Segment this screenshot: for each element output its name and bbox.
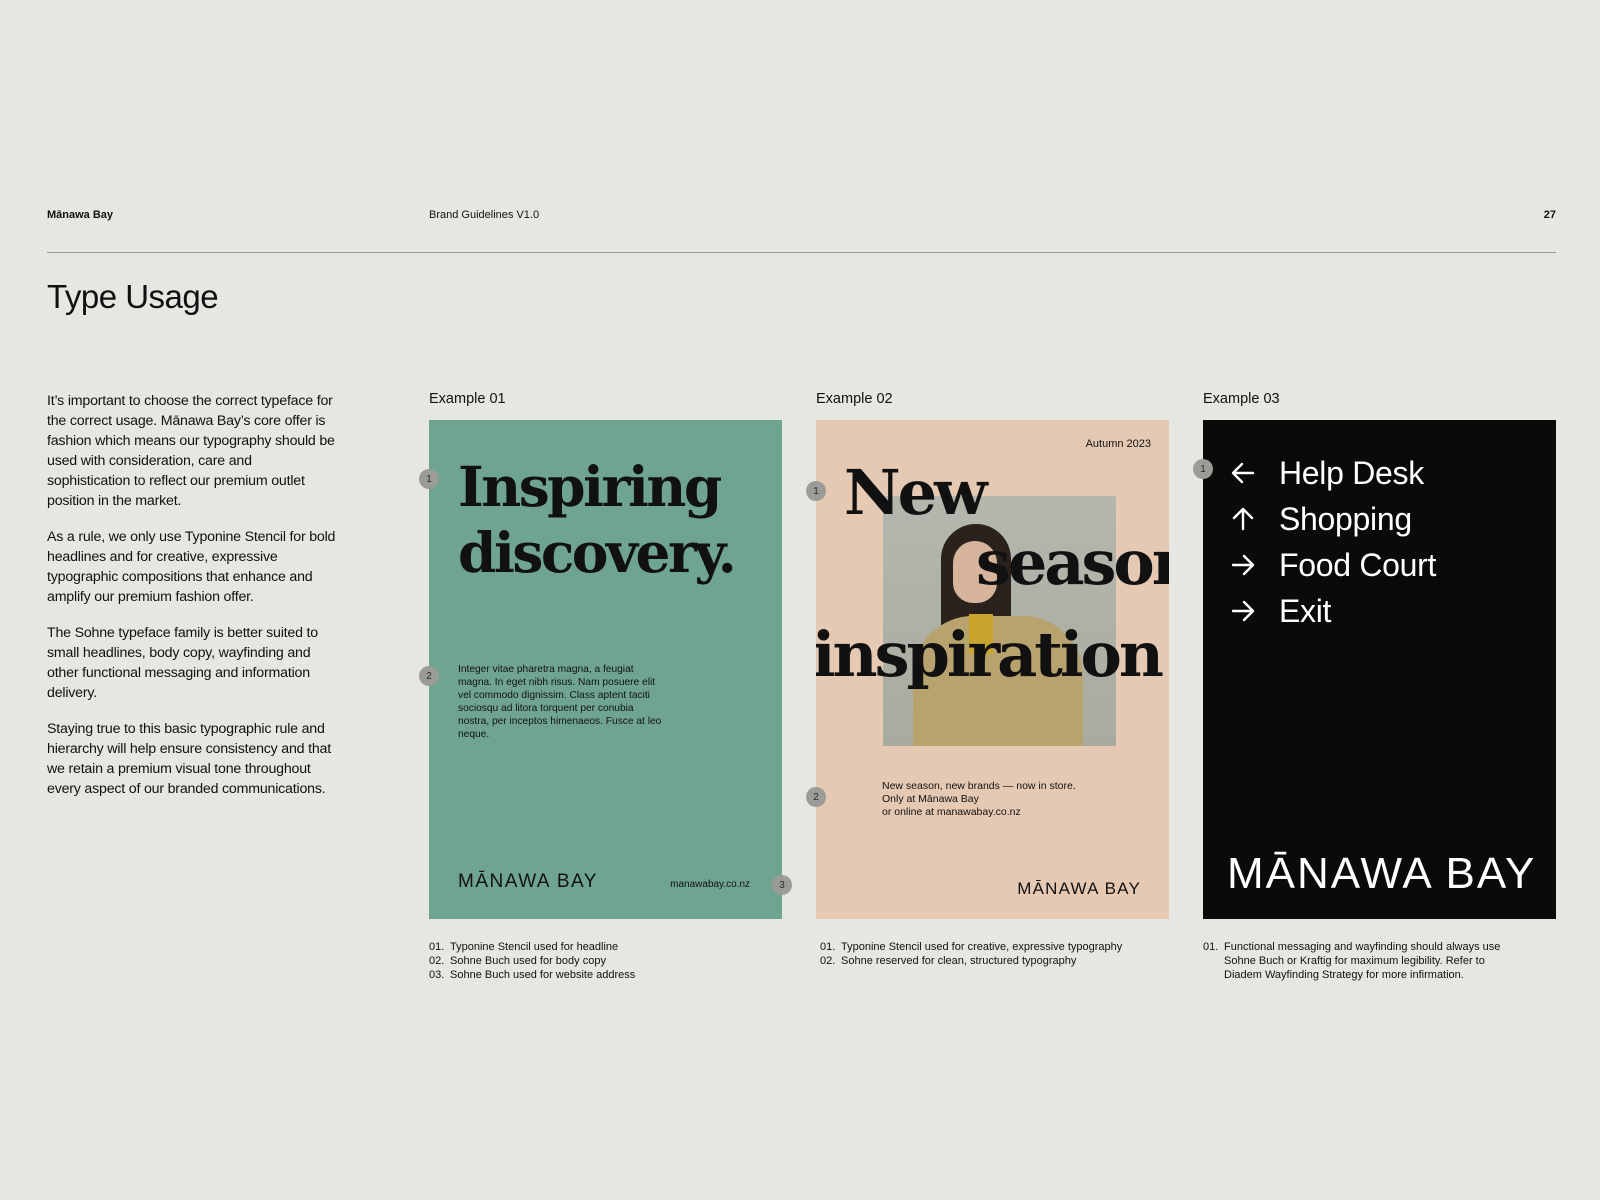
header-divider xyxy=(47,252,1556,253)
example-03-logo: MĀNAWA BAY xyxy=(1227,849,1537,898)
note-item: 01. Typonine Stencil used for creative, e… xyxy=(820,940,1160,954)
example-02-headline-word: inspiration xyxy=(816,618,1164,691)
note-text: Sohne Buch used for website address xyxy=(450,969,636,981)
example-02-poster: Autumn 2023 New season inspiration New s… xyxy=(816,420,1169,919)
body-line: Only at Mānawa Bay xyxy=(882,793,979,805)
example-01-headline: Inspiring discovery. xyxy=(458,454,737,586)
marker-01-2: 2 xyxy=(419,666,439,686)
example-01-poster: Inspiring discovery. Integer vitae phare… xyxy=(429,420,782,919)
note-number: 01. xyxy=(429,941,445,953)
wayfinding-label: Shopping xyxy=(1279,500,1412,537)
header-document-title: Brand Guidelines V1.0 xyxy=(429,209,540,221)
wayfinding-item-exit: Exit xyxy=(1229,588,1436,634)
example-03-label: Example 03 xyxy=(1203,391,1280,407)
note-number: 02. xyxy=(429,955,445,967)
marker-01-3: 3 xyxy=(772,875,792,895)
intro-paragraph: The Sohne typeface family is better suit… xyxy=(47,625,318,701)
note-text: Sohne Buch used for body copy xyxy=(450,955,606,967)
example-01-notes: 01. Typonine Stencil used for headline 02… xyxy=(429,940,759,982)
example-02-headline-word: New xyxy=(844,456,987,529)
wayfinding-label: Food Court xyxy=(1279,546,1437,583)
note-text: Typonine Stencil used for headline xyxy=(450,941,619,953)
note-item: 02. Sohne reserved for clean, structured … xyxy=(820,954,1160,968)
marker-02-2: 2 xyxy=(806,787,826,807)
intro-paragraph: As a rule, we only use Typonine Stencil … xyxy=(47,529,336,605)
example-03-wayfinding-sign: Help Desk Shopping Food Court Exit MĀNAW… xyxy=(1203,420,1556,919)
example-02-logo: MĀNAWA BAY xyxy=(1017,879,1141,898)
intro-text: It’s important to choose the correct typ… xyxy=(47,391,337,815)
wayfinding-label: Exit xyxy=(1279,592,1332,629)
note-item: 01. Typonine Stencil used for headline xyxy=(429,940,759,954)
arrow-left-icon xyxy=(1231,462,1255,484)
note-text: Typonine Stencil used for creative, expr… xyxy=(841,941,1123,953)
note-item: 02. Sohne Buch used for body copy xyxy=(429,954,759,968)
wayfinding-item-help-desk: Help Desk xyxy=(1229,450,1436,496)
note-number: 02. xyxy=(820,955,836,967)
intro-paragraph: Staying true to this basic typographic r… xyxy=(47,721,331,797)
note-item: 03. Sohne Buch used for website address xyxy=(429,968,759,982)
note-item: 01. Functional messaging and wayfinding s… xyxy=(1203,940,1513,982)
wayfinding-list: Help Desk Shopping Food Court Exit xyxy=(1229,450,1436,634)
page-number: 27 xyxy=(1543,209,1556,221)
header-brand: Mānawa Bay xyxy=(47,209,114,221)
marker-02-1: 1 xyxy=(806,481,826,501)
example-01-body-copy: Integer vitae pharetra magna, a feugiat … xyxy=(458,664,662,740)
page-title: Type Usage xyxy=(47,278,219,315)
example-01-url: manawabay.co.nz xyxy=(670,879,750,890)
marker-01-1: 1 xyxy=(419,469,439,489)
wayfinding-item-shopping: Shopping xyxy=(1229,496,1436,542)
body-line: New season, new brands — now in store. xyxy=(882,780,1076,792)
example-02-notes: 01. Typonine Stencil used for creative, e… xyxy=(820,940,1160,968)
marker-03-1: 1 xyxy=(1193,459,1213,479)
arrow-right-icon xyxy=(1231,554,1255,576)
arrow-right-icon xyxy=(1231,600,1255,622)
example-01-label: Example 01 xyxy=(429,391,506,407)
example-03-notes: 01. Functional messaging and wayfinding s… xyxy=(1203,940,1513,982)
body-line: or online at manawabay.co.nz xyxy=(882,806,1021,818)
note-number: 03. xyxy=(429,969,445,981)
example-02-body-copy: New season, new brands — now in store. O… xyxy=(882,780,1112,819)
note-number: 01. xyxy=(820,941,836,953)
example-02-date: Autumn 2023 xyxy=(1085,438,1151,450)
wayfinding-item-food-court: Food Court xyxy=(1229,542,1436,588)
note-text: Sohne reserved for clean, structured typ… xyxy=(841,955,1077,967)
headline-line: discovery. xyxy=(458,520,737,585)
headline-line: Inspiring xyxy=(458,454,722,519)
arrow-up-icon xyxy=(1232,507,1254,531)
example-02-label: Example 02 xyxy=(816,391,893,407)
note-number: 01. xyxy=(1203,941,1219,953)
example-02-headline-word: season xyxy=(976,526,1169,599)
wayfinding-label: Help Desk xyxy=(1279,454,1424,491)
intro-paragraph: It’s important to choose the correct typ… xyxy=(47,393,335,509)
note-text: Functional messaging and wayfinding shou… xyxy=(1224,941,1501,981)
example-01-logo: MĀNAWA BAY xyxy=(458,871,598,892)
